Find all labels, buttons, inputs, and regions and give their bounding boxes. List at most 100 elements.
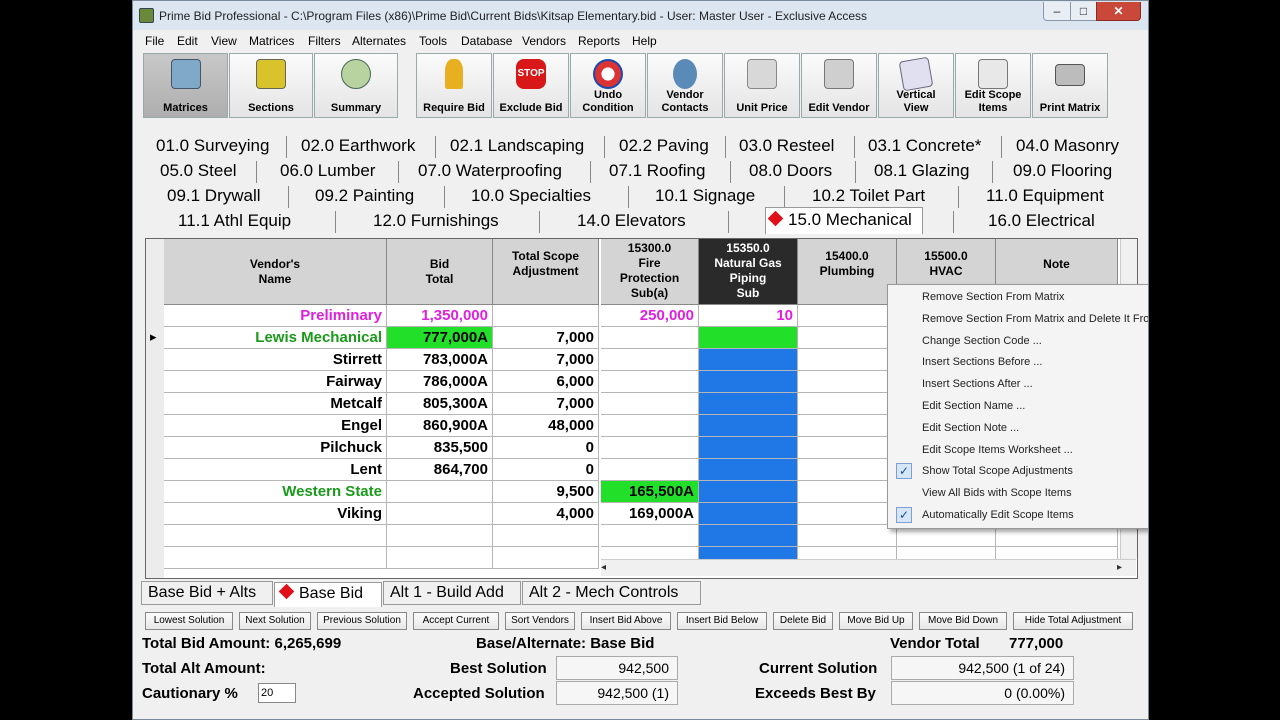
summary-button[interactable]: Summary	[314, 53, 398, 118]
bid-cell[interactable]	[699, 349, 798, 371]
maximize-button[interactable]: □	[1070, 2, 1097, 21]
next-solution-button[interactable]: Next Solution	[239, 612, 311, 630]
empty-cell[interactable]	[387, 525, 493, 547]
bid-cell[interactable]: 805,300A	[387, 393, 493, 415]
empty-cell[interactable]	[798, 525, 897, 547]
bid-cell[interactable]: 10	[699, 305, 798, 327]
context-menu-item[interactable]: View All Bids with Scope Items	[922, 487, 1072, 499]
column-header-scope-adj[interactable]: Total Scope Adjustment	[493, 239, 599, 305]
bid-cell[interactable]: 4,000	[493, 503, 599, 525]
context-menu-item[interactable]: Remove Section From Matrix and Delete It…	[922, 313, 1148, 325]
sections-button[interactable]: Sections	[229, 53, 313, 118]
previous-solution-button[interactable]: Previous Solution	[317, 612, 407, 630]
menu-database[interactable]: Database	[461, 34, 512, 48]
menu-file[interactable]: File	[145, 34, 164, 48]
vendor-name-cell[interactable]: Lewis Mechanical	[164, 327, 387, 349]
column-header-s15400[interactable]: 15400.0 Plumbing	[798, 239, 897, 305]
menu-reports[interactable]: Reports	[578, 34, 620, 48]
bid-cell[interactable]	[601, 371, 699, 393]
bid-cell[interactable]	[798, 327, 897, 349]
bid-cell[interactable]	[798, 459, 897, 481]
bid-cell[interactable]: 783,000A	[387, 349, 493, 371]
menu-edit[interactable]: Edit	[177, 34, 198, 48]
minimize-button[interactable]: –	[1043, 2, 1071, 21]
menu-view[interactable]: View	[211, 34, 237, 48]
scroll-right-arrow-icon[interactable]: ▸	[1117, 562, 1122, 573]
tab-03-0[interactable]: 03.0 Resteel	[739, 136, 834, 156]
tab-03-1[interactable]: 03.1 Concrete*	[868, 136, 981, 156]
bid-cell[interactable]: 860,900A	[387, 415, 493, 437]
column-header-bid-total[interactable]: Bid Total	[387, 239, 493, 305]
tab-08-0[interactable]: 08.0 Doors	[749, 161, 832, 181]
tab-12-0[interactable]: 12.0 Furnishings	[373, 211, 499, 231]
bid-cell[interactable]	[798, 349, 897, 371]
context-menu-item[interactable]: Automatically Edit Scope Items	[922, 509, 1074, 521]
bid-cell[interactable]: 1,350,000	[387, 305, 493, 327]
context-menu-item[interactable]: Insert Sections After ...	[922, 378, 1033, 390]
bid-cell[interactable]	[699, 459, 798, 481]
bid-cell[interactable]	[699, 415, 798, 437]
bid-cell[interactable]	[798, 305, 897, 327]
context-menu-item[interactable]: Insert Sections Before ...	[922, 356, 1042, 368]
bid-cell[interactable]: 777,000A	[387, 327, 493, 349]
bid-cell[interactable]	[798, 481, 897, 503]
bid-cell[interactable]: 169,000A	[601, 503, 699, 525]
vendor-name-cell[interactable]: Preliminary	[164, 305, 387, 327]
tab-08-1[interactable]: 08.1 Glazing	[874, 161, 969, 181]
insert-bid-below-button[interactable]: Insert Bid Below	[677, 612, 767, 630]
tab-09-1[interactable]: 09.1 Drywall	[167, 186, 261, 206]
tab-09-2[interactable]: 09.2 Painting	[315, 186, 414, 206]
empty-cell[interactable]	[164, 547, 387, 569]
tab-11-1[interactable]: 11.1 Athl Equip	[178, 211, 291, 231]
column-header-s15300[interactable]: 15300.0 Fire Protection Sub(a)	[601, 239, 699, 305]
empty-cell[interactable]	[387, 547, 493, 569]
bid-cell[interactable]: 7,000	[493, 393, 599, 415]
bid-cell[interactable]: 48,000	[493, 415, 599, 437]
tab-10-2[interactable]: 10.2 Toilet Part	[812, 186, 925, 206]
bid-cell[interactable]	[699, 481, 798, 503]
bid-cell[interactable]: 7,000	[493, 349, 599, 371]
vendor-name-cell[interactable]: Fairway	[164, 371, 387, 393]
bid-cell[interactable]	[601, 459, 699, 481]
unit-price-button[interactable]: Unit Price	[724, 53, 800, 118]
exclude-bid-button[interactable]: STOP Exclude Bid	[493, 53, 569, 118]
context-menu-item[interactable]: Remove Section From Matrix	[922, 291, 1064, 303]
bid-cell[interactable]: 9,500	[493, 481, 599, 503]
bid-cell[interactable]: 0	[493, 459, 599, 481]
bid-cell[interactable]	[493, 305, 599, 327]
bid-cell[interactable]	[798, 503, 897, 525]
tab-10-0[interactable]: 10.0 Specialties	[471, 186, 591, 206]
vendor-name-cell[interactable]: Western State	[164, 481, 387, 503]
require-bid-button[interactable]: Require Bid	[416, 53, 492, 118]
tab-05-0[interactable]: 05.0 Steel	[160, 161, 237, 181]
tab-16-0[interactable]: 16.0 Electrical	[988, 211, 1095, 231]
edit-vendor-button[interactable]: Edit Vendor	[801, 53, 877, 118]
bid-cell[interactable]	[601, 393, 699, 415]
tab-base-bid[interactable]: Base Bid	[274, 582, 382, 607]
tab-09-0[interactable]: 09.0 Flooring	[1013, 161, 1112, 181]
accept-current-button[interactable]: Accept Current	[413, 612, 499, 630]
column-header-vendor[interactable]: Vendor's Name	[164, 239, 387, 305]
vendor-name-cell[interactable]: Stirrett	[164, 349, 387, 371]
bid-cell[interactable]: 250,000	[601, 305, 699, 327]
tab-base-bid-alts[interactable]: Base Bid + Alts	[141, 581, 273, 605]
empty-cell[interactable]	[699, 525, 798, 547]
bid-cell[interactable]	[601, 437, 699, 459]
menu-help[interactable]: Help	[632, 34, 657, 48]
bid-cell[interactable]	[699, 371, 798, 393]
menu-filters[interactable]: Filters	[308, 34, 341, 48]
bid-cell[interactable]	[699, 327, 798, 349]
bid-cell[interactable]	[699, 393, 798, 415]
context-menu-item[interactable]: Show Total Scope Adjustments	[922, 465, 1073, 477]
move-bid-down-button[interactable]: Move Bid Down	[919, 612, 1007, 630]
sort-vendors-button[interactable]: Sort Vendors	[505, 612, 575, 630]
tab-02-1[interactable]: 02.1 Landscaping	[450, 136, 584, 156]
tab-07-0[interactable]: 07.0 Waterproofing	[418, 161, 562, 181]
tab-04-0[interactable]: 04.0 Masonry	[1016, 136, 1119, 156]
bid-cell[interactable]: 835,500	[387, 437, 493, 459]
vertical-view-button[interactable]: Vertical View	[878, 53, 954, 118]
bid-cell[interactable]: 786,000A	[387, 371, 493, 393]
close-button[interactable]: ✕	[1096, 2, 1141, 21]
vendor-name-cell[interactable]: Pilchuck	[164, 437, 387, 459]
bid-cell[interactable]	[798, 393, 897, 415]
